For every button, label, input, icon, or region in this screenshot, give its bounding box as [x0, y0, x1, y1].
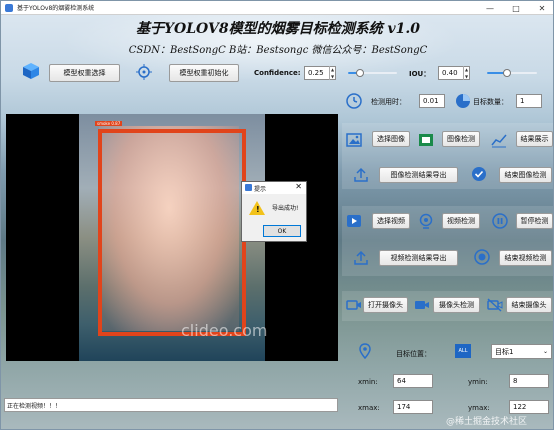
- dialog-ok-button[interactable]: OK: [263, 225, 301, 237]
- xmax-field: 174: [393, 400, 433, 414]
- line-chart-icon: [491, 134, 507, 148]
- video-detect-button[interactable]: 视频检测: [442, 213, 480, 229]
- target-count-value: 1: [520, 97, 525, 105]
- app-icon: [5, 3, 13, 12]
- export-image-result-button[interactable]: 图像检测结果导出: [379, 167, 458, 183]
- target-select-dropdown[interactable]: 目标1 ⌄: [491, 344, 552, 359]
- dialog-close-button[interactable]: ✕: [295, 182, 302, 191]
- page-subtitle: CSDN：BestSongC B站：Bestsongc 微信公众号：BestSo…: [128, 45, 428, 56]
- detect-time-value: 0.01: [423, 97, 439, 105]
- message-dialog: 提示 ✕ ! 导出成功! OK: [241, 181, 307, 242]
- detect-time-label: 检测用时：: [371, 98, 406, 106]
- confidence-spinbox[interactable]: 0.25 ▲ ▼: [304, 66, 336, 80]
- model-init-button[interactable]: 模型权重初始化: [169, 64, 239, 82]
- location-pin-icon: [359, 343, 371, 359]
- finish-video-detect-button[interactable]: 结束视频检测: [499, 250, 552, 266]
- ymin-field: 8: [509, 374, 549, 388]
- camera-detect-icon: [415, 301, 429, 309]
- confidence-spin-arrows[interactable]: ▲ ▼: [329, 66, 335, 80]
- dialog-app-icon: [245, 184, 252, 191]
- close-button[interactable]: ✕: [529, 1, 553, 15]
- target-count-field: 1: [516, 94, 542, 108]
- status-text: 正在检测视频！！！: [7, 402, 62, 410]
- site-watermark: @稀土掘金技术社区: [446, 417, 528, 427]
- detection-box: [98, 129, 246, 336]
- pause-detect-button[interactable]: 暂停检测: [516, 213, 553, 229]
- ymax-field: 122: [509, 400, 549, 414]
- cube-icon: [23, 63, 39, 79]
- video-file-icon: [347, 215, 361, 227]
- model-select-button[interactable]: 模型权重选择: [49, 64, 120, 82]
- show-result-button[interactable]: 结果展示: [516, 131, 553, 147]
- close-camera-button[interactable]: 结束摄像头: [506, 297, 552, 313]
- xmax-label: xmax:: [358, 404, 380, 412]
- window-title: 基于YOLOv8的烟雾检测系统: [17, 5, 95, 12]
- page-title: 基于YOLOV8模型的烟雾目标检测系统 v1.0: [136, 21, 420, 37]
- app-window: 基于YOLOv8的烟雾检测系统 — □ ✕ 基于YOLOV8模型的烟雾目标检测系…: [0, 0, 554, 430]
- confidence-slider[interactable]: [348, 68, 397, 78]
- xmax-value: 174: [397, 403, 411, 411]
- maximize-button[interactable]: □: [503, 1, 529, 15]
- confidence-value: 0.25: [308, 69, 324, 77]
- status-bar: 正在检测视频！！！: [4, 398, 338, 412]
- ymax-label: ymax:: [468, 404, 490, 412]
- image-detect-button[interactable]: 图像检测: [442, 131, 480, 147]
- iou-label: IOU：: [409, 70, 431, 78]
- finish-image-detect-button[interactable]: 结束图像检测: [499, 167, 552, 183]
- camera-icon: [346, 300, 361, 310]
- select-image-button[interactable]: 选择图像: [372, 131, 410, 147]
- ymax-value: 122: [513, 403, 527, 411]
- xmin-value: 64: [397, 377, 406, 385]
- dialog-title: 提示: [254, 185, 267, 193]
- iou-slider-handle[interactable]: [503, 69, 511, 77]
- dialog-message: 导出成功!: [272, 205, 299, 212]
- title-bar: 基于YOLOv8的烟雾检测系统 — □ ✕: [1, 1, 553, 15]
- pie-chart-icon: [456, 94, 470, 108]
- open-camera-button[interactable]: 打开摄像头: [363, 297, 408, 313]
- confidence-slider-handle[interactable]: [356, 69, 364, 77]
- image-detect-icon: [419, 134, 433, 146]
- upload-icon: [354, 167, 368, 182]
- xmin-label: xmin:: [358, 378, 378, 386]
- target-position-label: 目标位置：: [396, 350, 431, 358]
- minimize-button[interactable]: —: [477, 1, 503, 15]
- iou-slider[interactable]: [487, 68, 537, 78]
- select-video-button[interactable]: 选择视频: [372, 213, 410, 229]
- detection-box-label: smoke 0.87: [95, 121, 123, 126]
- iou-value: 0.40: [442, 69, 458, 77]
- camera-detect-button[interactable]: 摄像头检测: [433, 297, 480, 313]
- dialog-titlebar: 提示 ✕: [242, 182, 306, 194]
- export-video-result-button[interactable]: 视频检测结果导出: [379, 250, 458, 266]
- camera-off-icon: [487, 298, 503, 312]
- clock-icon: [346, 93, 362, 109]
- upload-video-icon: [354, 250, 368, 265]
- check-circle-icon: [472, 167, 486, 181]
- video-watermark: clideo.com: [181, 321, 268, 340]
- stop-circle-icon: [474, 249, 490, 265]
- xmin-field: 64: [393, 374, 433, 388]
- confidence-label: Confidence:: [254, 69, 301, 77]
- image-icon: [346, 133, 362, 147]
- webcam-icon: [419, 213, 433, 229]
- warning-icon-mark: !: [256, 205, 260, 214]
- detect-time-field: 0.01: [419, 94, 445, 108]
- iou-spinbox[interactable]: 0.40 ▲ ▼: [438, 66, 470, 80]
- chevron-down-icon: ⌄: [542, 348, 548, 355]
- target-count-label: 目标数量：: [473, 98, 508, 106]
- target-select-value: 目标1: [495, 347, 514, 356]
- crosshair-icon: [136, 64, 152, 80]
- iou-spin-arrows[interactable]: ▲ ▼: [463, 66, 469, 80]
- ymin-value: 8: [513, 377, 518, 385]
- pause-icon: [492, 213, 508, 229]
- ymin-label: ymin:: [468, 378, 488, 386]
- all-badge-icon: ALL: [455, 344, 471, 358]
